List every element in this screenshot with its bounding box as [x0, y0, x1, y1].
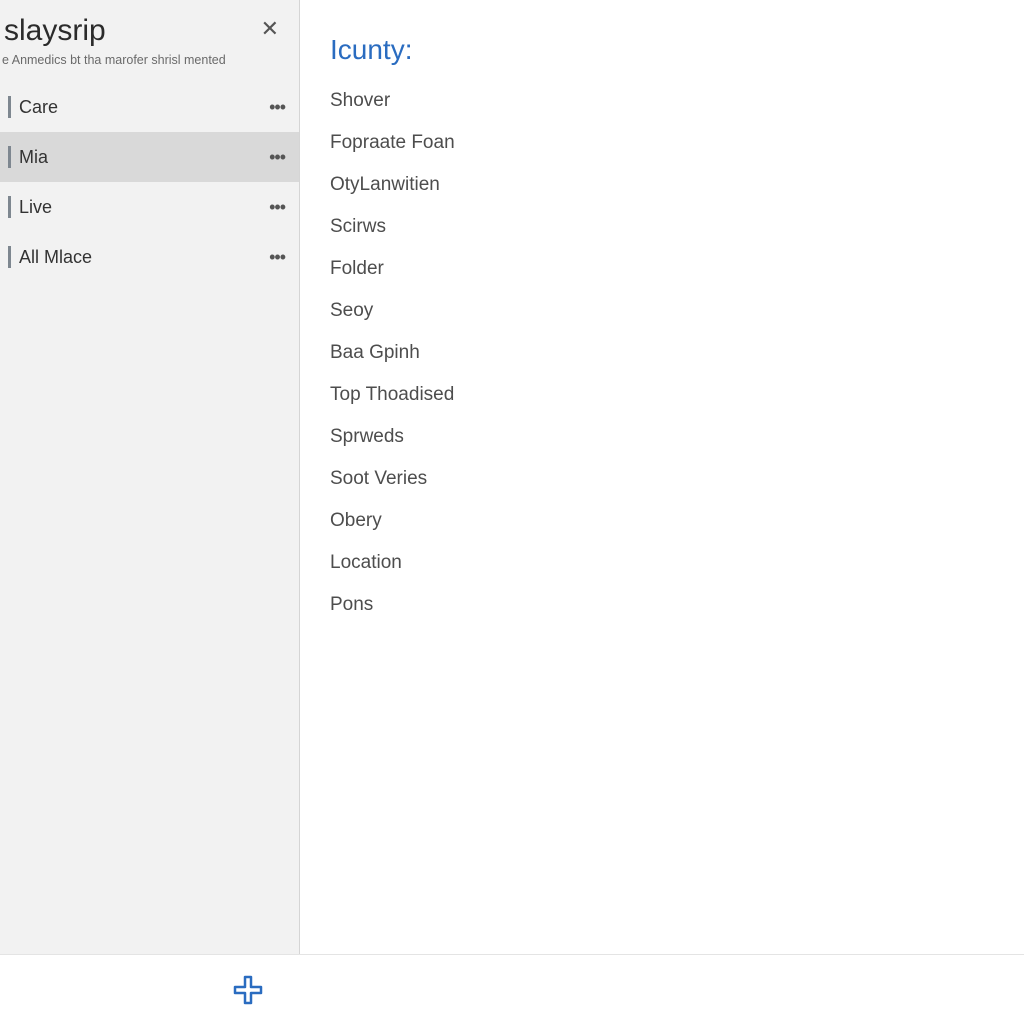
- main-list: Shover Fopraate Foan OtyLanwitien Scirws…: [330, 90, 1004, 616]
- sidebar-item-label: Live: [19, 197, 269, 218]
- sidebar-subtitle: e Anmedics bt tha marofer shrisl mented: [0, 52, 299, 76]
- sidebar-item-label: Care: [19, 97, 269, 118]
- sidebar-item-care[interactable]: Care •••: [0, 82, 299, 132]
- list-item[interactable]: Seoy: [330, 300, 1004, 322]
- bottom-bar: [0, 954, 1024, 1024]
- more-icon[interactable]: •••: [269, 248, 285, 266]
- sidebar-title: slaysrip: [4, 14, 106, 48]
- list-item[interactable]: Shover: [330, 90, 1004, 112]
- list-item[interactable]: Fopraate Foan: [330, 132, 1004, 154]
- close-icon[interactable]: ✕: [257, 14, 283, 44]
- list-item[interactable]: Baa Gpinh: [330, 342, 1004, 364]
- item-accent-bar: [8, 96, 11, 118]
- list-item[interactable]: Top Thoadised: [330, 384, 1004, 406]
- sidebar-item-live[interactable]: Live •••: [0, 182, 299, 232]
- sidebar-item-label: Mia: [19, 147, 269, 168]
- main-split: slaysrip ✕ e Anmedics bt tha marofer shr…: [0, 0, 1024, 954]
- list-item[interactable]: Obery: [330, 510, 1004, 532]
- add-icon[interactable]: [232, 974, 264, 1006]
- item-accent-bar: [8, 146, 11, 168]
- sidebar: slaysrip ✕ e Anmedics bt tha marofer shr…: [0, 0, 300, 954]
- list-item[interactable]: Sprweds: [330, 426, 1004, 448]
- list-item[interactable]: Pons: [330, 594, 1004, 616]
- more-icon[interactable]: •••: [269, 148, 285, 166]
- sidebar-item-mia[interactable]: Mia •••: [0, 132, 299, 182]
- app-root: slaysrip ✕ e Anmedics bt tha marofer shr…: [0, 0, 1024, 1024]
- main-panel: Icunty: Shover Fopraate Foan OtyLanwitie…: [300, 0, 1024, 954]
- more-icon[interactable]: •••: [269, 198, 285, 216]
- sidebar-list: Care ••• Mia ••• Live ••• All Mlace •••: [0, 82, 299, 282]
- main-heading: Icunty:: [330, 34, 1004, 66]
- item-accent-bar: [8, 246, 11, 268]
- item-accent-bar: [8, 196, 11, 218]
- sidebar-header: slaysrip ✕: [0, 0, 299, 52]
- sidebar-item-label: All Mlace: [19, 247, 269, 268]
- list-item[interactable]: Soot Veries: [330, 468, 1004, 490]
- sidebar-item-all-mlace[interactable]: All Mlace •••: [0, 232, 299, 282]
- list-item[interactable]: Folder: [330, 258, 1004, 280]
- list-item[interactable]: Location: [330, 552, 1004, 574]
- list-item[interactable]: Scirws: [330, 216, 1004, 238]
- more-icon[interactable]: •••: [269, 98, 285, 116]
- list-item[interactable]: OtyLanwitien: [330, 174, 1004, 196]
